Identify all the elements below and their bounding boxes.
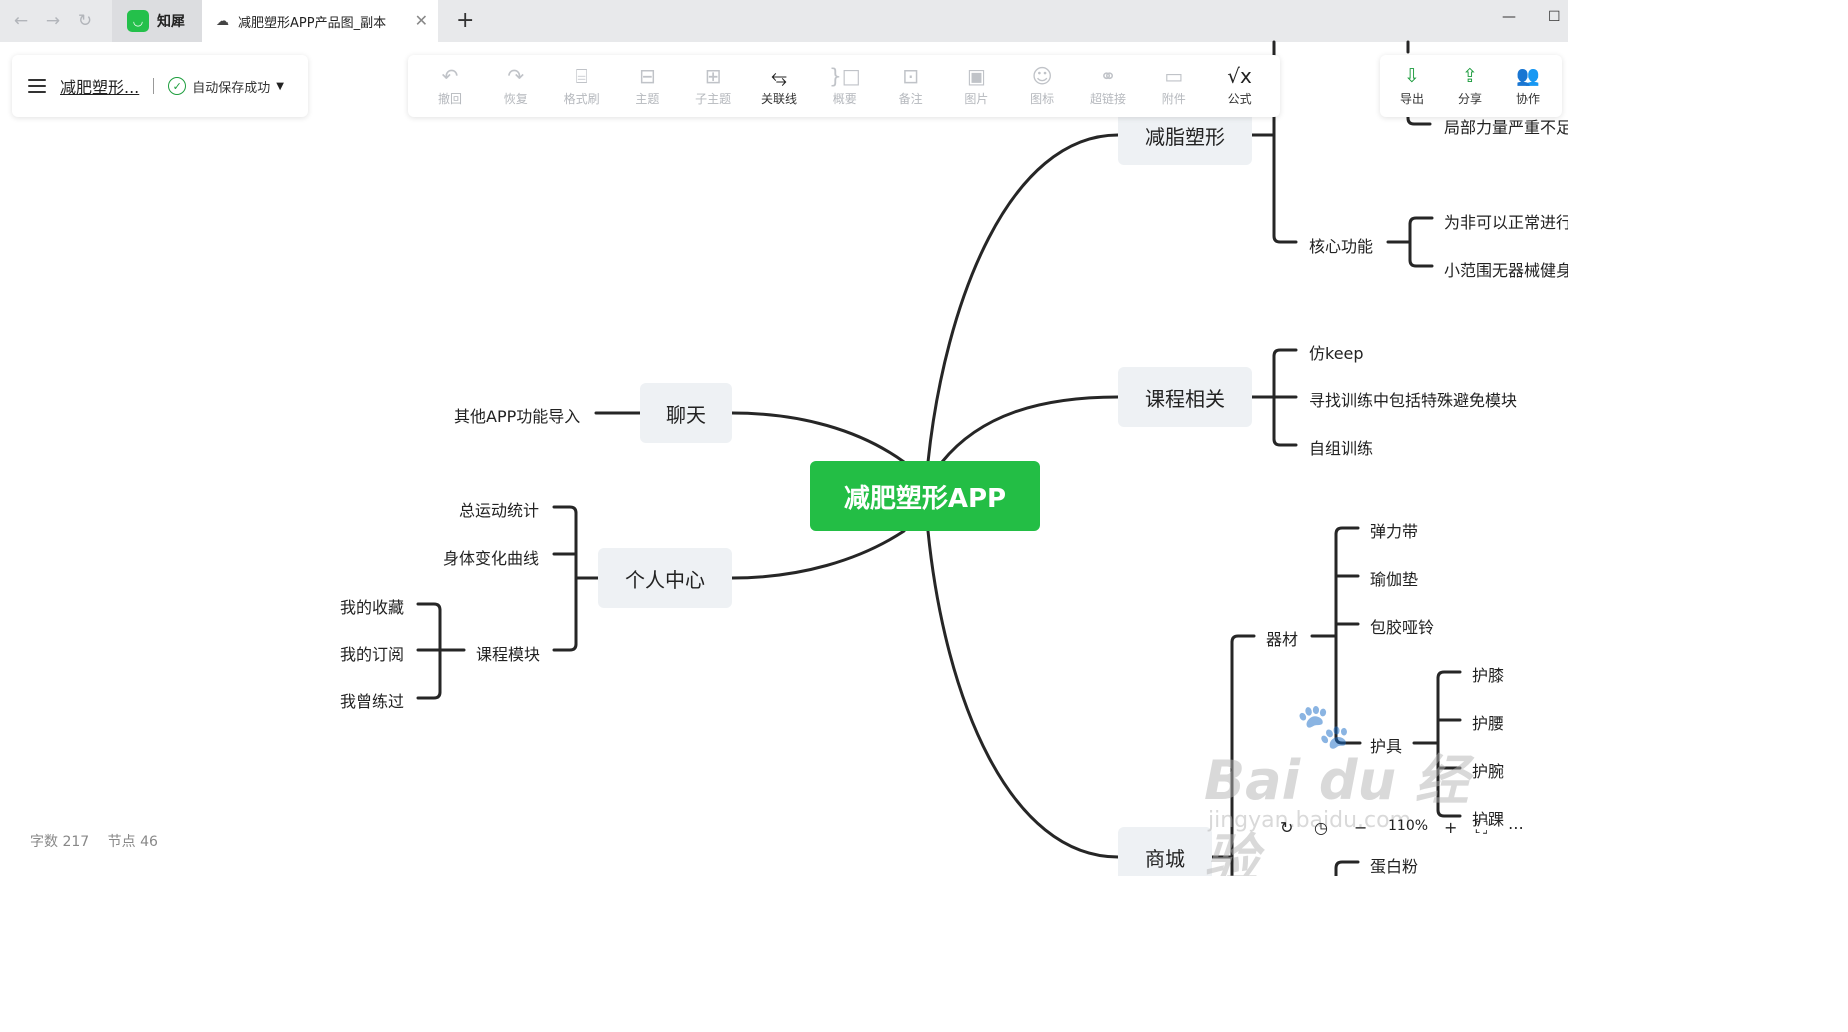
node-personal-center[interactable]: 个人中心: [598, 548, 732, 608]
toolbar-label: 撤回: [437, 92, 462, 106]
relation-line-icon: ⥃: [771, 64, 787, 88]
toolbar-emoji-button[interactable]: ☺ 图标: [1014, 63, 1070, 111]
zoom-out-button[interactable]: −: [1354, 818, 1367, 837]
toolbar-label: 备注: [898, 92, 923, 106]
toolbar-label: 主题: [635, 92, 660, 106]
toolbar-link-button[interactable]: ⚭ 超链接: [1080, 63, 1136, 111]
toolbar-topic-button[interactable]: ⊟ 主题: [619, 63, 675, 111]
leaf-self-training[interactable]: 自组训练: [1309, 435, 1373, 459]
attachment-icon: ▭: [1164, 64, 1184, 88]
node-count: 节点 46: [107, 834, 158, 850]
toolbar-label: 子主题: [695, 92, 732, 106]
formula-icon: √x: [1227, 64, 1252, 88]
leaf-band[interactable]: 弹力带: [1370, 518, 1418, 542]
toolbar-label: 超链接: [1089, 92, 1126, 106]
document-title[interactable]: 减肥塑形...: [60, 74, 139, 98]
topic-icon: ⊟: [639, 64, 656, 88]
summary-icon: }□: [828, 64, 861, 88]
toolbar-label: 恢复: [503, 92, 528, 106]
leaf-core-function[interactable]: 核心功能: [1309, 233, 1373, 257]
caret-down-icon[interactable]: ▼: [276, 81, 284, 92]
toolbar-subtopic-button[interactable]: ⊞ 子主题: [685, 63, 741, 111]
rotate-icon[interactable]: ↻: [1280, 818, 1293, 837]
toolbar-note-button[interactable]: ⊡ 备注: [883, 63, 939, 111]
editor-toolbar: ↶ 撤回 ↷ 恢复 ⌸ 格式刷 ⊟ 主题 ⊞ 子主题 ⥃ 关联线 }□ 概要 ⊡ 备注 ▣ 图片 ☺ 图标 ⚭ 超链接 ▭ 附…: [408, 55, 1280, 117]
divider: [153, 78, 155, 94]
toolbar-label: 格式刷: [563, 92, 600, 106]
share-icon: ⇪: [1462, 65, 1478, 87]
zoom-controls: ↻ ◷ − 110% + ⛶ ⋯: [1278, 816, 1538, 844]
leaf-for-nonnormal[interactable]: 为非可以正常进行: [1444, 209, 1568, 233]
leaf-keep[interactable]: 仿keep: [1309, 340, 1364, 364]
app-window: ← → ↻ ◡ 知犀 ☁ 减肥塑形APP产品图_副本 ✕ + — ☐ 减脂塑形 …: [0, 0, 1568, 876]
toolbar-format-brush-button[interactable]: ⌸ 格式刷: [554, 63, 610, 111]
zoom-level: 110%: [1388, 818, 1429, 834]
toolbar-label: 关联线: [760, 92, 797, 106]
navigate-icon[interactable]: ◷: [1314, 818, 1328, 837]
collaborate-icon: 👥: [1516, 65, 1540, 87]
right-tool-label: 导出: [1399, 92, 1424, 106]
toolbar-label: 附件: [1161, 92, 1186, 106]
node-chat[interactable]: 聊天: [640, 383, 732, 443]
node-course[interactable]: 课程相关: [1118, 367, 1252, 427]
leaf-small-range[interactable]: 小范围无器械健身: [1444, 257, 1568, 281]
emoji-icon: ☺: [1031, 64, 1053, 88]
toolbar-formula-button[interactable]: √x 公式: [1212, 63, 1268, 111]
right-toolbar: ⇩ 导出 ⇪ 分享 👥 协作: [1380, 55, 1562, 117]
toolbar-redo-button[interactable]: ↷ 恢复: [488, 63, 544, 111]
word-count: 字数 217: [30, 834, 90, 850]
right-tool-label: 协作: [1515, 92, 1540, 106]
check-circle-icon: ✓: [168, 77, 187, 95]
toolbar-image-button[interactable]: ▣ 图片: [948, 63, 1004, 111]
status-bar: 字数 217 节点 46: [30, 831, 172, 851]
save-status-label: 自动保存成功: [192, 80, 271, 96]
leaf-total-stats[interactable]: 总运动统计: [459, 497, 539, 521]
watermark-brand: Bai du 经验: [1204, 749, 1469, 876]
leaf-my-favorites[interactable]: 我的收藏: [340, 594, 404, 618]
node-shop[interactable]: 商城: [1118, 827, 1212, 876]
collaborate-button[interactable]: 👥 协作: [1508, 63, 1548, 107]
redo-icon: ↷: [507, 64, 525, 88]
leaf-body-curve[interactable]: 身体变化曲线: [443, 545, 539, 569]
fit-screen-icon[interactable]: ⛶: [1476, 818, 1487, 838]
leaf-course-module[interactable]: 课程模块: [476, 641, 540, 665]
leaf-other-app[interactable]: 其他APP功能导入: [454, 403, 580, 427]
toolbar-attachment-button[interactable]: ▭ 附件: [1146, 63, 1202, 111]
image-icon: ▣: [966, 64, 986, 88]
menu-icon[interactable]: [28, 79, 46, 93]
format-brush-icon: ⌸: [575, 64, 588, 88]
more-icon[interactable]: ⋯: [1508, 818, 1524, 837]
leaf-knee[interactable]: 护膝: [1472, 662, 1504, 686]
subtopic-icon: ⊞: [704, 64, 722, 88]
toolbar-label: 图片: [964, 92, 989, 106]
leaf-find-training[interactable]: 寻找训练中包括特殊避免模块: [1309, 387, 1517, 411]
root-node[interactable]: 减肥塑形APP: [810, 461, 1040, 531]
export-icon: ⇩: [1404, 65, 1420, 87]
save-status[interactable]: ✓ 自动保存成功 ▼: [168, 77, 284, 96]
export-button[interactable]: ⇩ 导出: [1392, 63, 1432, 107]
toolbar-label: 概要: [832, 92, 857, 106]
toolbar-label: 公式: [1227, 92, 1252, 106]
right-tool-label: 分享: [1457, 92, 1482, 106]
note-icon: ⊡: [902, 64, 919, 88]
document-panel: 减肥塑形... ✓ 自动保存成功 ▼: [12, 55, 308, 117]
leaf-equipment[interactable]: 器材: [1266, 626, 1298, 650]
toolbar-label: 图标: [1030, 92, 1055, 106]
leaf-yoga-mat[interactable]: 瑜伽垫: [1370, 566, 1418, 590]
leaf-my-subscriptions[interactable]: 我的订阅: [340, 641, 404, 665]
leaf-dumbbell[interactable]: 包胶哑铃: [1370, 614, 1434, 638]
link-icon: ⚭: [1099, 64, 1117, 88]
zoom-in-button[interactable]: +: [1444, 818, 1457, 837]
toolbar-summary-button[interactable]: }□ 概要: [817, 63, 873, 111]
undo-icon: ↶: [441, 64, 459, 88]
leaf-my-practiced[interactable]: 我曾练过: [340, 688, 404, 712]
share-button[interactable]: ⇪ 分享: [1450, 63, 1490, 107]
leaf-local-strength[interactable]: 局部力量严重不足: [1444, 114, 1568, 138]
toolbar-relation-line-button[interactable]: ⥃ 关联线: [751, 63, 807, 111]
toolbar-undo-button[interactable]: ↶ 撤回: [422, 63, 478, 111]
